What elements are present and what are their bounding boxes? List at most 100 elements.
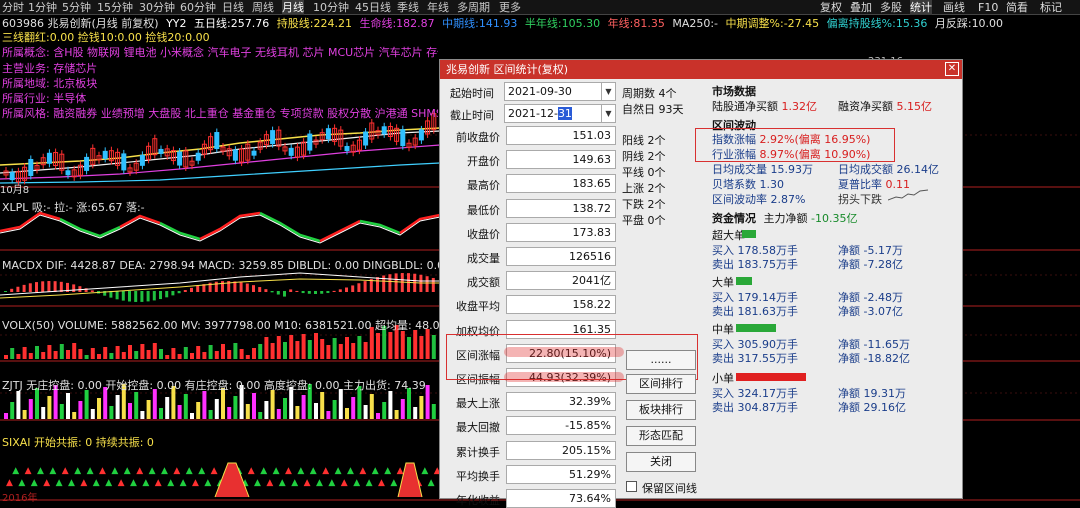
zjtj-bar [276, 409, 281, 419]
close-button[interactable]: 关闭 [626, 452, 696, 472]
end-label: 截止时间 [450, 109, 494, 122]
volume-bar [295, 341, 300, 359]
tab-10min[interactable]: 10分钟 [313, 0, 349, 15]
range-rank-button[interactable]: 区间排行 [626, 374, 696, 394]
tab-5min[interactable]: 5分钟 [62, 0, 91, 15]
stat-value: 173.83 [506, 223, 616, 242]
zjtj-bar [152, 389, 157, 419]
zjtj-bar [202, 391, 207, 419]
end-date-selected: 31 [557, 107, 572, 120]
macd-bar [72, 284, 76, 292]
zjtj-bar [245, 404, 250, 419]
sixai-marker: ▲ [304, 478, 311, 488]
volume-bar [320, 339, 325, 359]
btn-fuquan[interactable]: 复权 [820, 0, 842, 15]
macd-bar [16, 286, 20, 292]
fund-bar [736, 373, 806, 381]
year-value: 81.35 [633, 17, 665, 30]
btn-draw-line[interactable]: 画线 [943, 0, 965, 15]
sixai-marker: ▲ [297, 466, 304, 476]
fund-sell-row: 卖出 304.87万手 [712, 399, 798, 415]
sixai-marker: ▲ [291, 478, 298, 488]
sixai-marker: ▲ [186, 466, 193, 476]
tab-yearly[interactable]: 年线 [427, 0, 449, 15]
macd-bar [221, 281, 224, 292]
zjtj-bar [84, 390, 89, 419]
stock-title: 603986 兆易创新(月线 前复权) [2, 17, 159, 30]
tab-15min[interactable]: 15分钟 [97, 0, 133, 15]
natural-days: 自然日 93天 [622, 103, 684, 116]
start-label: 起始时间 [450, 87, 494, 100]
chevron-down-icon[interactable]: ▼ [601, 83, 615, 100]
end-date-select[interactable]: 2021-12-31 ▼ [504, 104, 616, 123]
zjtj-bar [196, 402, 201, 419]
zjtj-bar [233, 396, 238, 419]
volume-bar [233, 343, 238, 359]
volume-bar [97, 354, 101, 359]
zjtj-bar [419, 396, 424, 419]
stat-label: 最大回撤 [456, 421, 500, 434]
volume-bar [252, 348, 256, 359]
sixai-marker: ▲ [18, 478, 25, 488]
volume-bar [345, 337, 349, 359]
dialog-title[interactable]: 兆易创新 区间统计(复权) [440, 60, 962, 79]
zjtj-bar [183, 394, 188, 419]
stat-value: 32.39% [506, 392, 616, 411]
tab-more[interactable]: 更多 [499, 0, 521, 15]
start-date-select[interactable]: 2021-09-30 ▼ [504, 82, 616, 101]
candle-body [158, 148, 164, 154]
volume-bar [202, 352, 207, 359]
btn-multi-stock[interactable]: 多股 [880, 0, 902, 15]
tab-quarterly[interactable]: 季线 [397, 0, 419, 15]
midadj-label: 中期调整%: [725, 17, 784, 30]
zjtj-bar [258, 412, 263, 419]
daily-amt-row: 日均成交额 26.14亿 [838, 161, 939, 177]
index-label: 指数涨幅 [712, 133, 756, 146]
macd-bar [245, 283, 249, 292]
btn-f10[interactable]: F10 [978, 0, 998, 15]
more-button[interactable]: ...... [626, 350, 696, 370]
tab-monthly[interactable]: 月线 [282, 0, 304, 15]
pattern-match-button[interactable]: 形态匹配 [626, 426, 696, 446]
stat-value: 205.15% [506, 441, 616, 460]
macd-bar [140, 291, 144, 302]
tab-fenshi[interactable]: 分时 [2, 0, 24, 15]
ma250-value: - [714, 17, 719, 30]
life-value: 182.87 [396, 17, 435, 30]
tab-daily[interactable]: 日线 [222, 0, 244, 15]
volume-bar [332, 338, 337, 359]
sharpe-label: 夏普比率 [838, 178, 882, 191]
stat-value: 126516 [506, 247, 616, 266]
chevron-down-icon[interactable]: ▼ [601, 105, 615, 122]
sixai-marker: ▲ [161, 466, 168, 476]
candle-body [232, 149, 238, 161]
volume-bar [264, 337, 269, 359]
macd-bar [78, 286, 82, 292]
macd-bar [152, 291, 156, 301]
btn-overlay[interactable]: 叠加 [850, 0, 872, 15]
sixai-marker: ▲ [87, 466, 94, 476]
range-stats-dialog: 兆易创新 区间统计(复权) ✕ 起始时间 2021-09-30 ▼ 截止时间 2… [439, 59, 963, 508]
tab-60min[interactable]: 60分钟 [180, 0, 216, 15]
tab-45day[interactable]: 45日线 [355, 0, 391, 15]
close-icon[interactable]: ✕ [945, 62, 959, 76]
keep-line-checkbox[interactable] [626, 481, 637, 492]
zjtj-bar [320, 392, 325, 419]
zjtj-bar [382, 402, 387, 419]
btn-simple-view[interactable]: 简看 [1006, 0, 1028, 15]
tab-multi-period[interactable]: 多周期 [457, 0, 490, 15]
btn-statistics[interactable]: 统计 [910, 0, 932, 15]
sixai-marker: ▲ [335, 466, 342, 476]
macd-bar [159, 291, 162, 300]
tab-30min[interactable]: 30分钟 [139, 0, 175, 15]
net2-value: -3.07亿 [863, 305, 903, 318]
volume-bar [121, 352, 126, 359]
sector-rank-button[interactable]: 板块排行 [626, 400, 696, 420]
volume-bar [419, 336, 424, 359]
volume-bar [190, 353, 194, 359]
btn-mark[interactable]: 标记 [1040, 0, 1062, 15]
tab-1min[interactable]: 1分钟 [28, 0, 57, 15]
tab-weekly[interactable]: 周线 [252, 0, 274, 15]
zjtj-bar [41, 407, 46, 419]
candle-body [325, 128, 331, 140]
